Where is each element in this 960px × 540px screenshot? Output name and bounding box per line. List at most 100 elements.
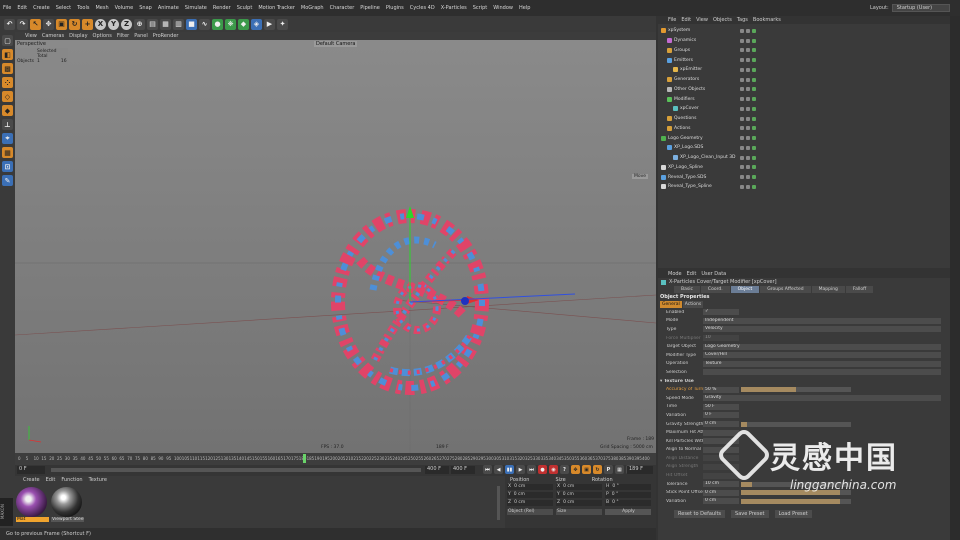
menu-mograph[interactable]: MoGraph — [298, 5, 327, 11]
visibility-icon[interactable] — [740, 165, 744, 170]
coord-system-icon[interactable]: ⊕ — [134, 18, 145, 30]
timeline[interactable]: 0 5 10 15 20 25 30 35 40 45 50 55 60 65 70 75 80 85 90 95 10… — [15, 453, 656, 465]
current-frame-field[interactable]: 0 F — [17, 466, 45, 474]
redo-icon[interactable]: ↷ — [17, 18, 28, 30]
visibility-icon[interactable] — [740, 58, 744, 63]
property-value[interactable]: Texture — [703, 360, 941, 367]
object-flags[interactable] — [740, 136, 756, 141]
viewport-menu-panel[interactable]: Panel — [134, 33, 148, 39]
attribute-button-2[interactable]: Load Preset — [774, 509, 812, 518]
visibility-icon[interactable] — [752, 184, 756, 189]
menu-simulate[interactable]: Simulate — [182, 5, 210, 11]
render-view-icon[interactable]: ▤ — [147, 18, 158, 30]
add-icon[interactable]: + — [82, 18, 93, 30]
visibility-icon[interactable] — [746, 136, 750, 141]
visibility-icon[interactable] — [746, 87, 750, 92]
viewport[interactable]: Perspective Default Camera Selected Tota… — [15, 40, 656, 453]
object-row[interactable]: Reveal_Type_Spline — [658, 182, 950, 192]
render-settings-icon[interactable]: ▥ — [173, 18, 184, 30]
material-menu-create[interactable]: Create — [23, 477, 40, 483]
menu-motion-tracker[interactable]: Motion Tracker — [255, 5, 298, 11]
visibility-icon[interactable] — [746, 77, 750, 82]
attribute-button-0[interactable]: Reset to Defaults — [674, 509, 726, 518]
scene-icon[interactable]: ◈ — [251, 18, 262, 30]
object-row[interactable]: XP_Logo_Clean_Input 3D — [658, 153, 950, 163]
property-value[interactable]: 10 cm — [703, 481, 739, 488]
coord-field[interactable]: Y0 cm — [507, 492, 553, 498]
object-row[interactable]: Modifiers — [658, 94, 950, 104]
object-row[interactable]: Dynamics — [658, 36, 950, 46]
material-menu-edit[interactable]: Edit — [46, 477, 56, 483]
visibility-icon[interactable] — [746, 106, 750, 111]
snap-icon[interactable]: ⌖ — [2, 133, 13, 144]
array-icon[interactable]: ❋ — [225, 18, 236, 30]
menu-volume[interactable]: Volume — [112, 5, 137, 11]
property-value[interactable]: 10 — [703, 335, 739, 342]
deformer-icon[interactable]: ◆ — [238, 18, 249, 30]
object-row[interactable]: xpEmitter — [658, 65, 950, 75]
play-icon[interactable]: ▮▮ — [505, 465, 514, 474]
viewport-menu-prorender[interactable]: ProRender — [153, 33, 179, 39]
material-scrollbar[interactable] — [497, 486, 500, 520]
property-value[interactable]: 50 % — [703, 386, 739, 393]
property-value[interactable] — [703, 369, 941, 376]
visibility-icon[interactable] — [752, 165, 756, 170]
nurbs-icon[interactable]: ● — [212, 18, 223, 30]
material-menu-texture[interactable]: Texture — [89, 477, 107, 483]
visibility-icon[interactable] — [746, 184, 750, 189]
visibility-icon[interactable] — [746, 97, 750, 102]
record-icon[interactable]: ● — [538, 465, 547, 474]
max-frame-field[interactable]: 400 F — [451, 466, 475, 474]
object-row[interactable]: Actions — [658, 124, 950, 134]
property-slider[interactable] — [741, 421, 851, 427]
visibility-icon[interactable] — [746, 175, 750, 180]
visibility-icon[interactable] — [752, 126, 756, 131]
menu-help[interactable]: Help — [516, 5, 533, 11]
property-value[interactable]: ✓ — [703, 309, 739, 316]
menu-pipeline[interactable]: Pipeline — [357, 5, 383, 11]
polygons-mode-icon[interactable]: ◆ — [2, 105, 13, 116]
object-menu-edit[interactable]: Edit — [681, 17, 691, 23]
property-slider[interactable] — [741, 387, 851, 393]
visibility-icon[interactable] — [752, 38, 756, 43]
workplane-icon[interactable]: ▦ — [2, 147, 13, 158]
visibility-icon[interactable] — [752, 136, 756, 141]
object-flags[interactable] — [740, 87, 756, 92]
timeline-playhead[interactable] — [303, 454, 306, 463]
viewport-menu-display[interactable]: Display — [69, 33, 87, 39]
range-slider[interactable] — [51, 468, 421, 472]
object-flags[interactable] — [740, 67, 756, 72]
visibility-icon[interactable] — [740, 67, 744, 72]
next-frame-icon[interactable]: ▶ — [516, 465, 525, 474]
menu-snap[interactable]: Snap — [136, 5, 155, 11]
axis-icon[interactable]: ⊥ — [2, 119, 13, 130]
visibility-icon[interactable] — [740, 106, 744, 111]
object-menu-file[interactable]: File — [668, 17, 676, 23]
param-key-icon[interactable]: P — [604, 465, 613, 474]
object-row[interactable]: xpCover — [658, 104, 950, 114]
menu-character[interactable]: Character — [327, 5, 358, 11]
rot-key-icon[interactable]: ↻ — [593, 465, 602, 474]
object-menu-view[interactable]: View — [696, 17, 708, 23]
tab-object[interactable]: Object — [730, 286, 760, 293]
viewport-menu-options[interactable]: Options — [93, 33, 112, 39]
visibility-icon[interactable] — [752, 106, 756, 111]
visibility-icon[interactable] — [752, 28, 756, 33]
object-row[interactable]: XP_Logo_Spline — [658, 163, 950, 173]
pos-key-icon[interactable]: ✥ — [571, 465, 580, 474]
menu-window[interactable]: Window — [490, 5, 516, 11]
cube-icon[interactable]: ■ — [186, 18, 197, 30]
tab-mapping[interactable]: Mapping — [811, 286, 845, 293]
tab-falloff[interactable]: Falloff — [845, 286, 874, 293]
camera-icon[interactable]: ▶ — [264, 18, 275, 30]
coord-field[interactable]: X0 cm — [556, 484, 602, 490]
prev-frame-icon[interactable]: ◀ — [494, 465, 503, 474]
scale-icon[interactable]: ▣ — [56, 18, 67, 30]
object-flags[interactable] — [740, 97, 756, 102]
pla-key-icon[interactable]: ▦ — [615, 465, 624, 474]
menu-cycles-4d[interactable]: Cycles 4D — [407, 5, 438, 11]
visibility-icon[interactable] — [740, 175, 744, 180]
coord-field[interactable]: Y0 cm — [556, 492, 602, 498]
visibility-icon[interactable] — [740, 136, 744, 141]
visibility-icon[interactable] — [746, 145, 750, 150]
